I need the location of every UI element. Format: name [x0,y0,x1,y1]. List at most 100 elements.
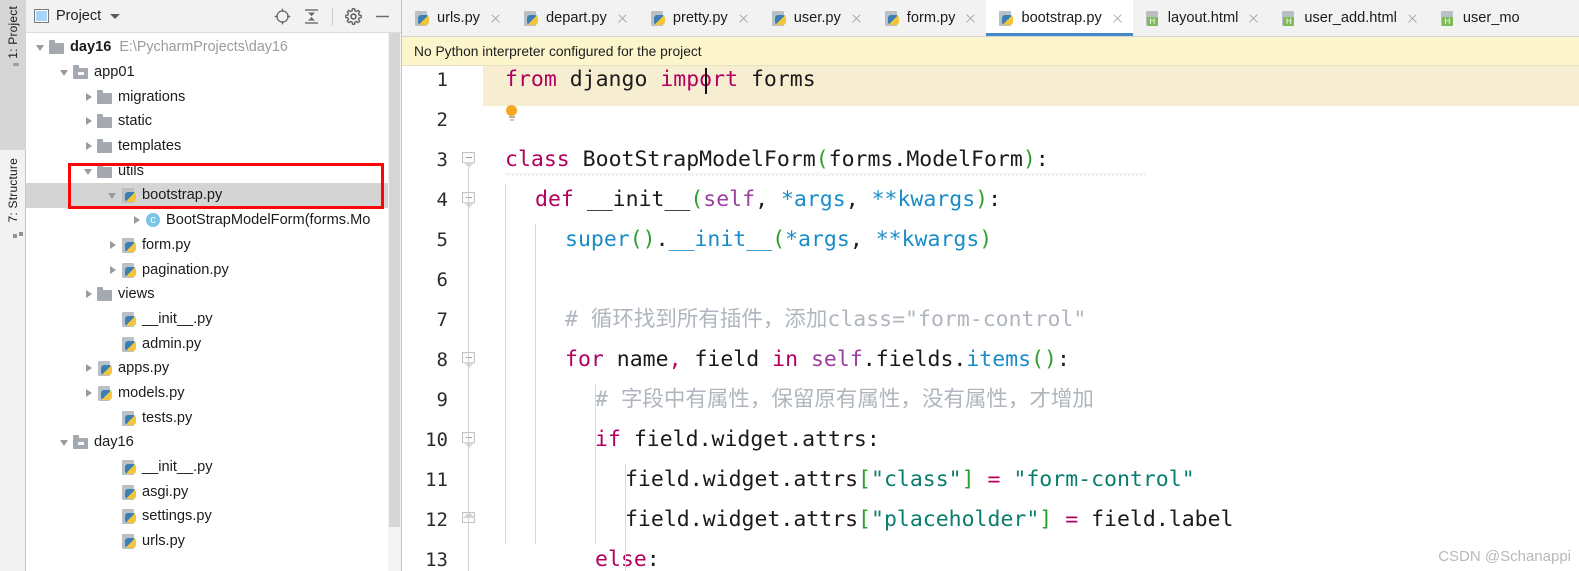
code-line[interactable]: if field.widget.attrs: [595,420,880,460]
editor-tab-pretty-py[interactable]: pretty.py [638,0,759,36]
tree-item-static[interactable]: static [26,109,401,134]
code-line[interactable]: super().__init__(*args, **kwargs) [565,220,992,260]
code-line[interactable]: field.widget.attrs["placeholder"] = fiel… [625,500,1234,540]
gear-icon[interactable] [345,7,362,25]
tree-item-label: static [118,113,153,130]
intention-bulb-icon[interactable] [505,105,518,122]
chevron-down-icon[interactable] [58,435,72,449]
code-line[interactable]: field.widget.attrs["class"] = "form-cont… [625,460,1195,500]
tree-item-label: day16 [94,434,134,451]
chevron-right-icon[interactable] [82,361,96,375]
code-line[interactable]: from django import forms [505,66,816,100]
chevron-down-icon[interactable] [106,188,120,202]
tree-item-asgi-py[interactable]: asgi.py [26,479,401,504]
code-line[interactable]: # 字段中有属性，保留原有属性，没有属性，才增加 [595,380,1094,420]
tree-item-apps-py[interactable]: apps.py [26,356,401,381]
code-line[interactable]: else: [595,540,660,571]
editor-tab-layout-html[interactable]: layout.html [1133,0,1270,36]
tree-item-views[interactable]: views [26,282,401,307]
project-panel-scroll-thumb[interactable] [389,33,400,527]
project-panel-scrollbar[interactable] [388,33,401,571]
close-icon[interactable] [737,12,750,25]
editor-tab-form-py[interactable]: form.py [872,0,987,36]
collapse-all-icon[interactable] [303,8,320,25]
code-line[interactable]: for name, field in self.fields.items(): [565,340,1070,380]
chevron-right-icon[interactable] [106,263,120,277]
code-token: items [966,347,1032,372]
project-tree[interactable]: day16 E:\PycharmProjects\day16 app01 migrat… [26,33,401,571]
chevron-right-icon[interactable] [82,287,96,301]
tree-item-day16[interactable]: day16 [26,430,401,455]
close-icon[interactable] [964,12,977,25]
close-icon[interactable] [616,12,629,25]
hide-panel-icon[interactable] [374,8,391,25]
fold-marker[interactable] [462,152,475,168]
code-editor[interactable]: 1 2 3 4 5 6 7 8 9 10 11 12 13 from django import for… [402,66,1579,571]
code-token: = [1065,507,1079,532]
sidebar-tab-project[interactable]: 1: Project [0,0,26,150]
tree-item-models-py[interactable]: models.py [26,381,401,406]
tree-item-utils[interactable]: utils [26,158,401,183]
editor-tab-urls-py[interactable]: urls.py [402,0,511,36]
tree-item-migrations[interactable]: migrations [26,84,401,109]
chevron-down-icon[interactable] [110,13,121,19]
close-icon[interactable] [1247,12,1260,25]
editor-tab-user-mo[interactable]: user_mo [1428,0,1529,36]
chevron-down-icon[interactable] [34,40,48,54]
code-token: . [780,467,794,492]
line-number: 5 [436,229,448,251]
code-token: ( [772,227,786,252]
chevron-down-icon[interactable] [82,164,96,178]
chevron-right-icon[interactable] [130,213,144,227]
tree-item-app01[interactable]: app01 [26,60,401,85]
code-token: import [660,67,739,92]
code-folding-gutter[interactable] [457,66,483,571]
close-icon[interactable] [1111,12,1124,25]
project-window-icon [34,9,49,23]
chevron-right-icon[interactable] [82,386,96,400]
editor-tab-depart-py[interactable]: depart.py [511,0,638,36]
code-token: , [668,347,682,372]
chevron-right-icon[interactable] [82,90,96,104]
code-token: , [845,187,872,212]
code-content[interactable]: from django import forms class BootStrapM… [483,66,1579,571]
chevron-right-icon[interactable] [82,139,96,153]
line-number: 8 [436,349,448,371]
py-file-icon [413,10,431,26]
close-icon[interactable] [489,12,502,25]
chevron-right-icon[interactable] [106,238,120,252]
tree-item-admin-py[interactable]: admin.py [26,331,401,356]
indent-guide [595,384,596,544]
editor-tab-bar[interactable]: urls.py depart.py pretty.py user.py form.py b… [402,0,1579,37]
sidebar-tab-structure[interactable]: 7: Structure [0,152,26,312]
editor-tab-user-add-html[interactable]: user_add.html [1269,0,1427,36]
tree-item-label: form.py [142,236,191,253]
tree-item-bootstrapmodelform-forms-mo[interactable]: BootStrapModelForm(forms.Mo [26,208,401,233]
tree-item-urls-py[interactable]: urls.py [26,529,401,554]
tree-item-pagination-py[interactable]: pagination.py [26,257,401,282]
tree-item--init-py[interactable]: __init__.py [26,455,401,480]
tree-item--init-py[interactable]: __init__.py [26,307,401,332]
editor-tab-label: layout.html [1167,10,1239,26]
chevron-right-icon[interactable] [82,114,96,128]
code-line[interactable]: def __init__(self, *args, **kwargs): [535,180,1001,220]
tree-item-bootstrap-py[interactable]: bootstrap.py [26,183,401,208]
locate-icon[interactable] [274,8,291,25]
chevron-down-icon[interactable] [58,65,72,79]
close-icon[interactable] [850,12,863,25]
tree-item-settings-py[interactable]: settings.py [26,504,401,529]
code-token: BootStrapModelForm [569,147,816,172]
close-icon[interactable] [1406,12,1419,25]
tree-item-day16[interactable]: day16 E:\PycharmProjects\day16 [26,35,401,60]
code-token: in [772,347,799,372]
editor-tab-bootstrap-py[interactable]: bootstrap.py [986,0,1134,36]
code-line[interactable]: # 循环找到所有插件，添加class="form-control" [565,300,1086,340]
py-file-icon [770,10,788,26]
line-number-gutter: 1 2 3 4 5 6 7 8 9 10 11 12 13 [402,66,457,571]
editor-tab-label: bootstrap.py [1021,10,1102,26]
tree-item-tests-py[interactable]: tests.py [26,405,401,430]
editor-tab-user-py[interactable]: user.py [759,0,872,36]
tree-item-templates[interactable]: templates [26,134,401,159]
tree-item-form-py[interactable]: form.py [26,233,401,258]
